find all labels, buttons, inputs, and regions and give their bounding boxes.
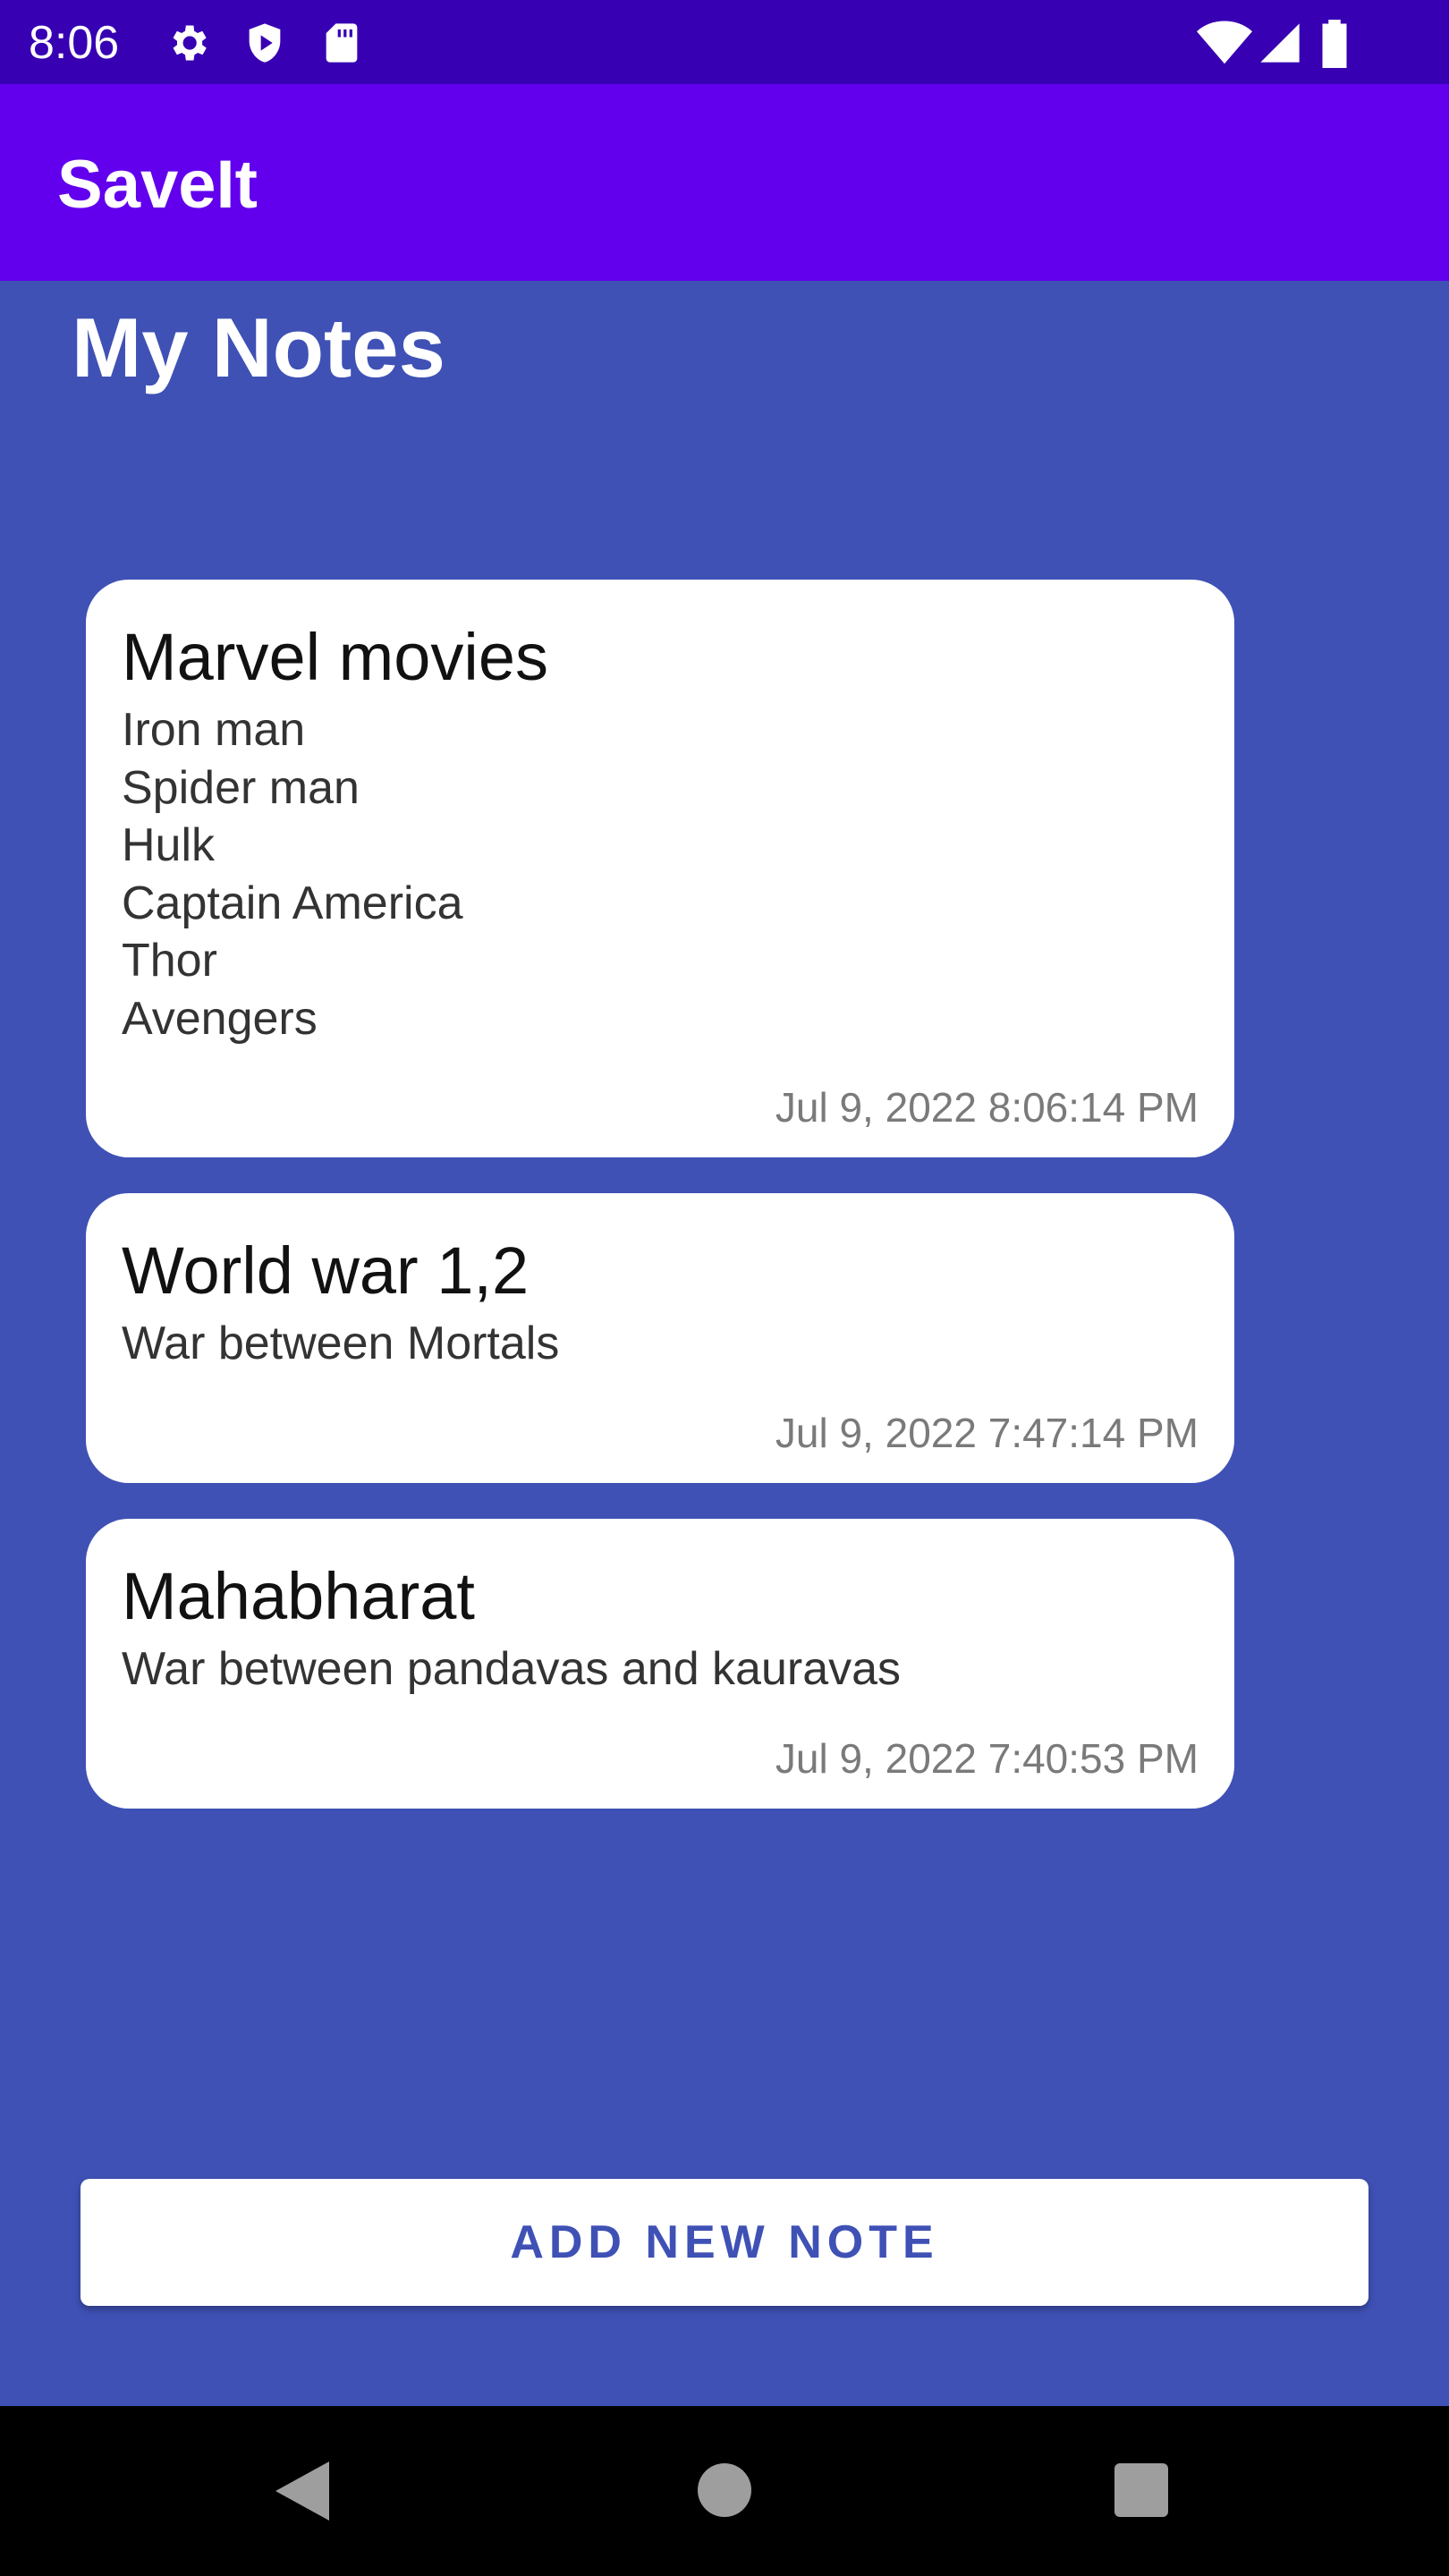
note-title: Mahabharat <box>122 1559 475 1633</box>
main-content: My Notes Marvel movies Iron man Spider m… <box>0 281 1449 2406</box>
app-bar: SaveIt <box>0 84 1449 281</box>
note-body: Iron man Spider man Hulk Captain America… <box>122 704 463 1045</box>
cell-signal-icon <box>1260 23 1300 63</box>
note-title: World war 1,2 <box>122 1233 530 1308</box>
note-card[interactable]: Marvel movies Iron man Spider man Hulk C… <box>86 580 1234 1157</box>
navigation-bar <box>0 2406 1449 2576</box>
sd-card-icon <box>326 23 358 63</box>
note-body: War between Mortals <box>122 1318 560 1369</box>
note-date: Jul 9, 2022 8:06:14 PM <box>775 1084 1199 1131</box>
note-card[interactable]: Mahabharat War between pandavas and kaur… <box>86 1519 1234 1809</box>
battery-icon <box>1322 20 1347 68</box>
note-body: War between pandavas and kauravas <box>122 1643 902 1695</box>
page-title: My Notes <box>72 301 445 394</box>
note-title: Marvel movies <box>122 620 548 694</box>
wifi-icon <box>1197 21 1252 64</box>
home-icon[interactable] <box>698 2463 751 2517</box>
recents-icon[interactable] <box>1114 2463 1168 2517</box>
app-title: SaveIt <box>57 147 258 223</box>
note-date: Jul 9, 2022 7:47:14 PM <box>775 1410 1199 1456</box>
gear-icon <box>173 25 207 61</box>
note-date: Jul 9, 2022 7:40:53 PM <box>775 1735 1199 1782</box>
status-bar: 8:06 <box>0 0 1449 84</box>
back-icon[interactable] <box>274 2462 331 2521</box>
add-new-note-button[interactable]: ADD NEW NOTE <box>80 2179 1368 2306</box>
status-time: 8:06 <box>29 17 120 69</box>
note-card[interactable]: World war 1,2 War between Mortals Jul 9,… <box>86 1193 1234 1483</box>
shield-play-icon <box>249 23 281 63</box>
